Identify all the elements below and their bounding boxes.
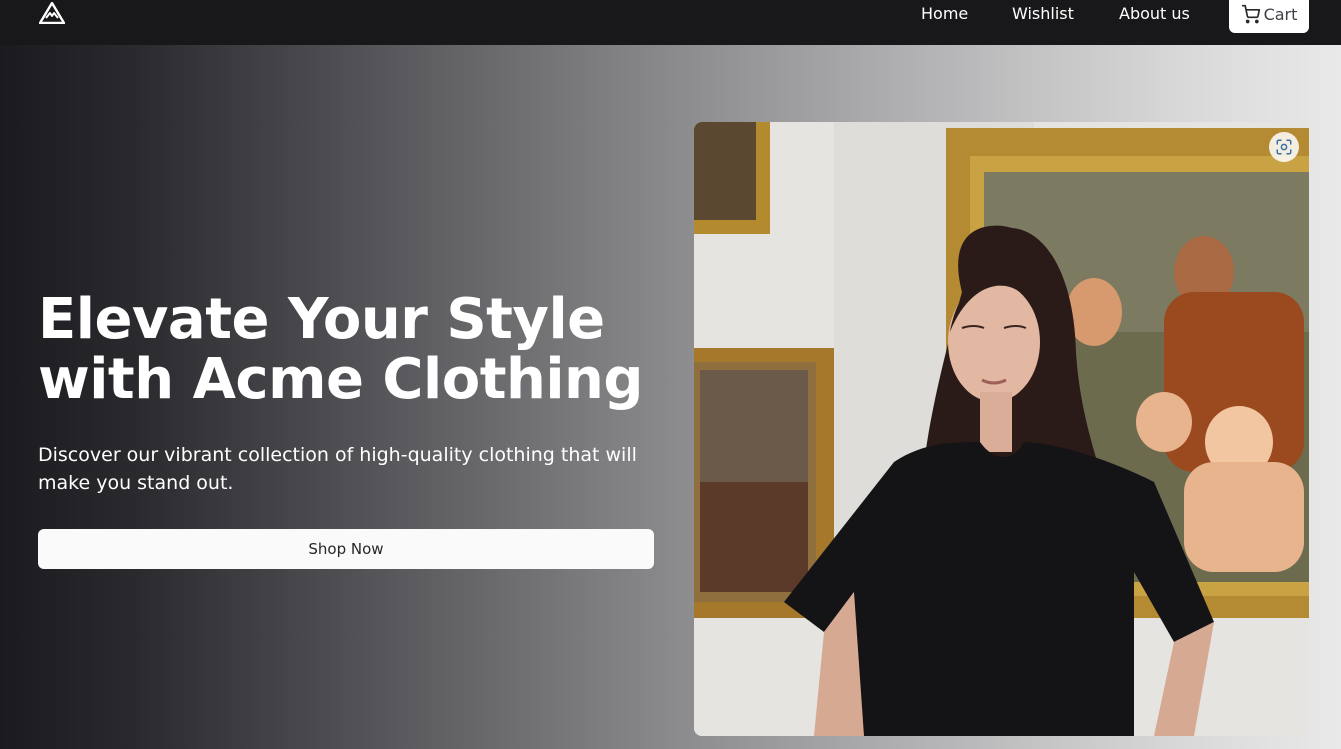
hero-section: Elevate Your Style with Acme Clothing Di… bbox=[0, 45, 1341, 749]
nav-wishlist-link[interactable]: Wishlist bbox=[1012, 4, 1074, 23]
nav-home-link[interactable]: Home bbox=[921, 4, 968, 23]
brand-logo-icon[interactable] bbox=[39, 2, 65, 24]
hero-subtext: Discover our vibrant collection of high-… bbox=[38, 444, 637, 494]
hero-headline-line2: with Acme Clothing bbox=[38, 347, 643, 412]
cart-label: Cart bbox=[1263, 5, 1298, 24]
visual-search-lens-button[interactable] bbox=[1269, 132, 1299, 162]
hero-headline: Elevate Your Style with Acme Clothing bbox=[38, 290, 678, 410]
shopping-cart-icon bbox=[1241, 4, 1260, 24]
cart-button[interactable]: Cart bbox=[1229, 0, 1309, 33]
visual-search-lens-icon bbox=[1276, 139, 1292, 155]
hero-headline-line1: Elevate Your Style bbox=[38, 287, 605, 352]
hero-image bbox=[694, 122, 1309, 736]
nav-about-link[interactable]: About us bbox=[1119, 4, 1190, 23]
shop-now-button[interactable]: Shop Now bbox=[38, 529, 654, 569]
hero-photo-illustration bbox=[694, 122, 1309, 736]
top-navbar: Home Wishlist About us Cart bbox=[0, 0, 1341, 45]
